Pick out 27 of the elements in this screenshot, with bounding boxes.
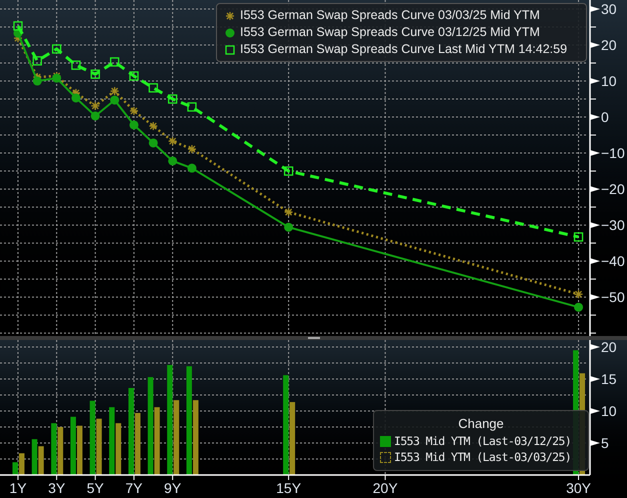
axis-label: 20	[601, 340, 617, 356]
axis-label: 10	[601, 73, 617, 90]
axis-label: 30	[601, 1, 617, 17]
axis-label: 5	[601, 435, 609, 451]
axis-label: 20	[601, 37, 617, 54]
legend-title: Change	[458, 415, 504, 433]
legend-label: I553 Mid YTM (Last-03/03/25)	[394, 448, 572, 466]
axis-label: −30	[601, 217, 625, 234]
axis-label: 1Y	[9, 480, 27, 496]
axis-label: 10	[601, 403, 617, 420]
axis-label: 5Y	[86, 480, 104, 496]
axis-label: −20	[601, 181, 625, 198]
legend-label: I553 German Swap Spreads Curve Last Mid YTM 14:42:59	[240, 41, 568, 58]
axis-label: −10	[601, 145, 625, 162]
legend-label: I553 Mid YTM (Last-03/12/25)	[394, 432, 572, 450]
axis-label: 0	[601, 109, 609, 126]
legend-label: I553 German Swap Spreads Curve 03/03/25 Mid YTM	[240, 7, 540, 24]
legend-label: I553 German Swap Spreads Curve 03/12/25 Mid YTM	[240, 24, 540, 42]
axis-label: 20Y	[372, 480, 398, 496]
axis-label: −50	[601, 289, 625, 306]
axis-label: 15Y	[276, 480, 302, 496]
axis-label: 3Y	[48, 480, 66, 496]
axis-label: 7Y	[125, 480, 143, 496]
axis-label: 9Y	[164, 480, 182, 496]
axis-label: 15	[601, 371, 617, 388]
axis-label: −40	[601, 253, 625, 270]
axis-label: 30Y	[566, 480, 591, 496]
